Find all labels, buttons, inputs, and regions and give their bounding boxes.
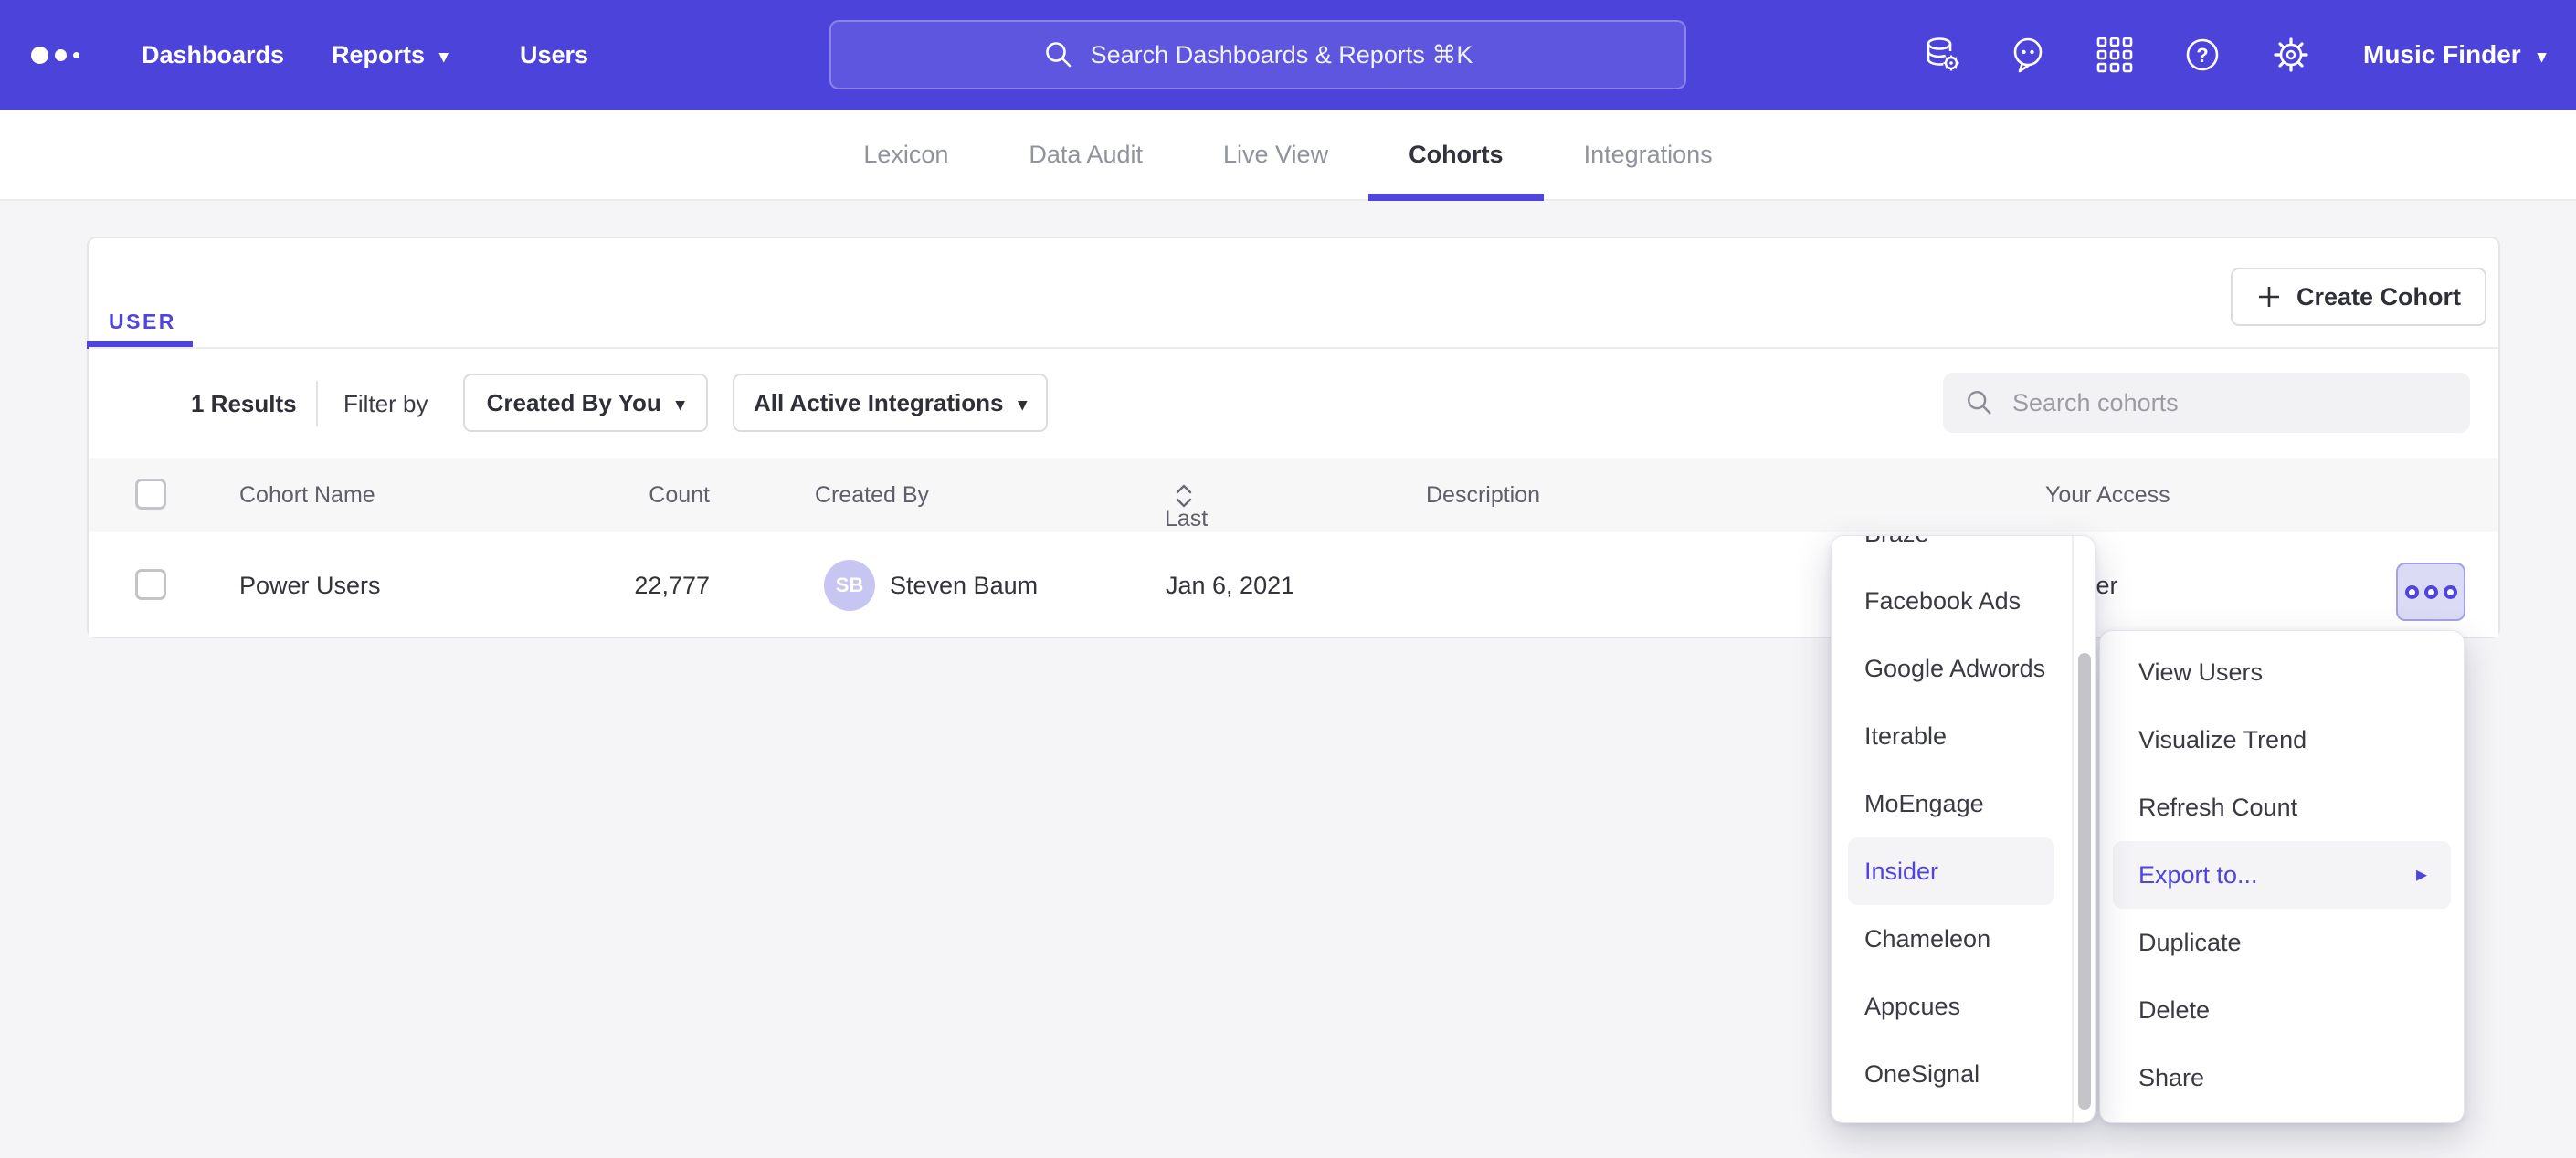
chevron-down-icon: ▾ [2538,48,2547,66]
avatar: SB [824,560,875,611]
nav-reports-label: Reports [332,41,425,69]
scrollbar-thumb[interactable] [2078,653,2091,1110]
menu-item-facebook-ads[interactable]: Facebook Ads [1832,567,2095,635]
menu-item-share[interactable]: Share [2100,1044,2464,1111]
search-icon [1965,388,1994,417]
menu-item-braze[interactable]: Braze [1832,535,2095,567]
menu-item-refresh-count[interactable]: Refresh Count [2100,774,2464,841]
svg-text:?: ? [2196,44,2208,67]
tab-cohorts[interactable]: Cohorts [1368,110,1544,199]
last-modified-date: Jan 6, 2021 [1166,572,1294,600]
data-settings-icon[interactable] [1921,34,1963,76]
row-checkbox[interactable] [135,569,166,600]
global-search-input[interactable]: Search Dashboards & Reports ⌘K [829,20,1686,89]
menu-item-duplicate[interactable]: Duplicate [2100,909,2464,976]
created-by-filter-value: Created By You [487,389,661,417]
project-name: Music Finder [2363,40,2521,69]
apps-grid-icon[interactable] [2094,34,2136,76]
nav-dashboards[interactable]: Dashboards [142,0,284,110]
menu-item-insider[interactable]: Insider [1848,837,2054,905]
col-your-access: Your Access [2045,482,2170,509]
menu-item-iterable[interactable]: Iterable [1832,702,2095,770]
chevron-right-icon: ▸ [2416,841,2427,909]
plus-icon [2256,284,2282,310]
nav-reports[interactable]: Reports ▾ [332,0,449,110]
created-by-filter-dropdown[interactable]: Created By You ▾ [463,374,708,432]
cohorts-panel: USER Create Cohort 1 Results Filter by C… [87,237,2500,638]
export-submenu: Braze Facebook Ads Google Adwords Iterab… [1831,535,2096,1123]
feedback-icon[interactable] [2007,34,2049,76]
col-cohort-name: Cohort Name [239,482,375,509]
divider [316,381,318,426]
results-count: 1 Results [191,390,297,418]
menu-item-delete[interactable]: Delete [2100,976,2464,1044]
help-icon[interactable]: ? [2181,34,2223,76]
tab-user[interactable]: USER [109,310,176,334]
tab-data-audit[interactable]: Data Audit [988,110,1183,199]
dot-icon [2444,585,2457,599]
cohort-search-input[interactable] [2011,388,2448,418]
menu-item-export-to[interactable]: Export to... ▸ [2113,841,2451,909]
nav-users[interactable]: Users [520,0,588,110]
menu-item-view-users[interactable]: View Users [2100,638,2464,706]
nav-dashboards-label: Dashboards [142,41,284,69]
creator-name: Steven Baum [890,572,1038,600]
chevron-down-icon: ▾ [439,48,449,66]
menu-item-appcues[interactable]: Appcues [1832,973,2095,1040]
menu-item-onesignal[interactable]: OneSignal [1832,1040,2095,1108]
cohort-count: 22,777 [545,572,710,600]
cohort-search-box[interactable] [1943,373,2470,433]
integrations-filter-value: All Active Integrations [754,389,1004,417]
filter-by-label: Filter by [343,390,428,418]
col-created-by: Created By [815,482,929,509]
integrations-filter-dropdown[interactable]: All Active Integrations ▾ [733,374,1048,432]
global-search-placeholder: Search Dashboards & Reports ⌘K [1091,41,1473,69]
menu-item-export-to-label: Export to... [2138,841,2258,909]
divider [89,347,2498,349]
menu-item-moengage[interactable]: MoEngage [1832,770,2095,837]
col-last-modified[interactable]: Last Modified [1165,482,1194,512]
select-all-checkbox[interactable] [135,479,166,510]
nav-users-label: Users [520,41,588,69]
tab-live-view[interactable]: Live View [1183,110,1368,199]
mixpanel-logo-icon[interactable] [31,0,79,110]
dot-icon [2405,585,2419,599]
table-row[interactable]: Power Users 22,777 Steven Baum Jan 6, 20… [89,532,2498,637]
menu-item-google-adwords[interactable]: Google Adwords [1832,635,2095,702]
dot-icon [2424,585,2438,599]
col-count: Count [545,482,710,509]
project-switcher[interactable]: Music Finder ▾ [2363,0,2546,110]
scrollbar-track [2072,536,2074,1122]
settings-icon[interactable] [2270,34,2312,76]
menu-item-visualize-trend[interactable]: Visualize Trend [2100,706,2464,774]
tab-integrations[interactable]: Integrations [1544,110,1753,199]
create-cohort-label: Create Cohort [2296,283,2461,311]
row-actions-button[interactable] [2396,563,2465,621]
menu-item-chameleon[interactable]: Chameleon [1832,905,2095,973]
top-navbar: Dashboards Reports ▾ Users Search Dashbo… [0,0,2576,110]
context-menu-list: View Users Visualize Trend Refresh Count… [2100,638,2464,1111]
create-cohort-button[interactable]: Create Cohort [2231,268,2486,326]
chevron-down-icon: ▾ [1019,396,1028,414]
table-header: Cohort Name Count Created By Last Modifi… [89,458,2498,532]
cohort-name-link[interactable]: Power Users [239,572,381,600]
row-context-menu: View Users Visualize Trend Refresh Count… [2099,630,2465,1123]
section-tabbar: Lexicon Data Audit Live View Cohorts Int… [0,110,2576,201]
chevron-down-icon: ▾ [676,396,685,414]
search-icon [1043,39,1074,70]
col-description: Description [1426,482,1540,509]
export-submenu-list: Braze Facebook Ads Google Adwords Iterab… [1832,535,2095,1108]
tab-lexicon[interactable]: Lexicon [823,110,988,199]
